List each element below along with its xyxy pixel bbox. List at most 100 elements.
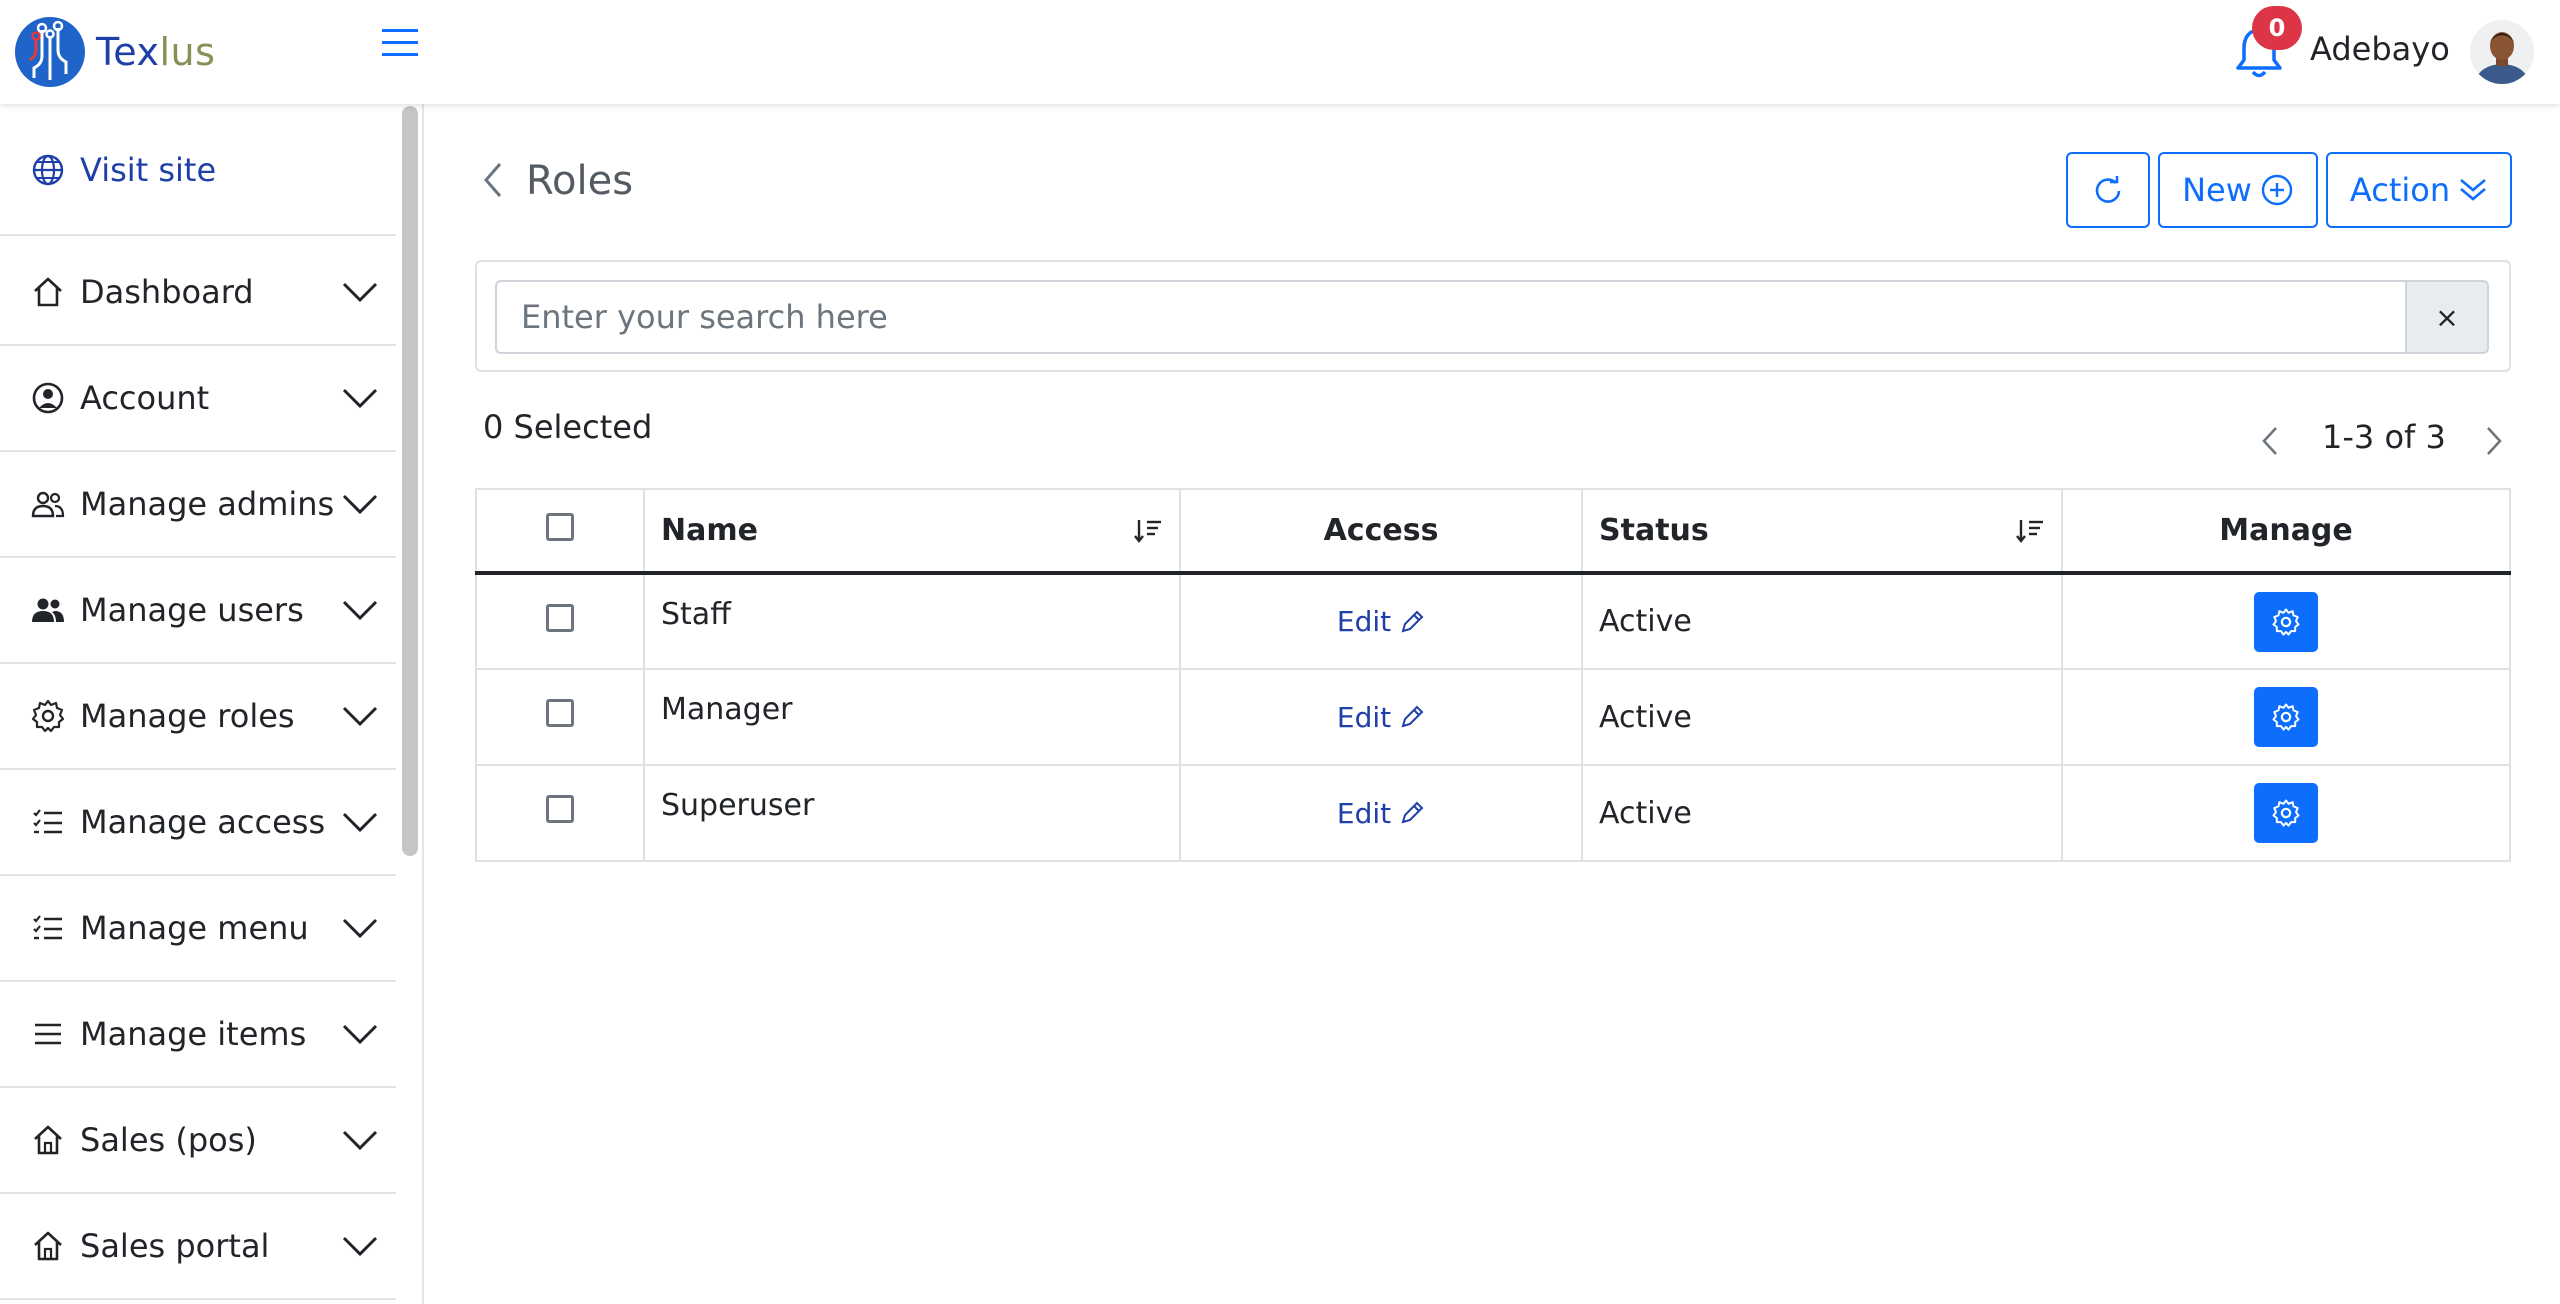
chevron-down-icon[interactable] [340, 384, 380, 412]
row-checkbox[interactable] [546, 603, 574, 632]
sidebar-item-sales-portal[interactable]: Sales portal [0, 1194, 396, 1300]
sidebar-item-label: Dashboard [80, 273, 254, 311]
manage-cell [2061, 572, 2511, 670]
list-icon [35, 1023, 61, 1045]
sidebar-item-label: Manage access [80, 803, 326, 841]
chevron-down-icon[interactable] [340, 702, 380, 730]
chevron-down-icon[interactable] [340, 1126, 380, 1154]
sidebar-item-label: Manage items [80, 1015, 307, 1053]
list-check-icon [33, 809, 62, 834]
sidebar-item-label: Visit site [80, 151, 217, 189]
brand-logo[interactable]: Texlus [14, 16, 215, 88]
table-row: Manager Edit Active [475, 668, 2511, 766]
row-select-cell [475, 764, 645, 862]
manage-role-button[interactable] [2254, 591, 2318, 652]
edit-access-link[interactable]: Edit [1337, 605, 1425, 638]
edit-link-label: Edit [1336, 700, 1392, 734]
role-name: Manager [643, 668, 1181, 766]
user-name[interactable]: Adebayo [2310, 30, 2450, 68]
list-check-icon [33, 915, 62, 940]
manage-role-button[interactable] [2254, 687, 2318, 747]
chevron-down-icon[interactable] [340, 278, 380, 306]
role-name: Superuser [643, 764, 1181, 862]
table-header-row: Name Access Status Manage [475, 488, 2511, 575]
pencil-icon [1401, 801, 1424, 824]
avatar-image [2470, 20, 2534, 84]
sidebar-scrollbar[interactable] [402, 106, 418, 856]
manage-column-header: Manage [2061, 488, 2511, 575]
sidebar-item-manage-users[interactable]: Manage users [0, 558, 396, 664]
row-checkbox[interactable] [546, 699, 574, 727]
search-panel: × [475, 260, 2511, 372]
globe-icon [32, 154, 64, 186]
sidebar-item-account[interactable]: Account [0, 346, 396, 452]
action-button[interactable]: Action [2326, 152, 2512, 228]
chevron-down-icon[interactable] [340, 596, 380, 624]
people-fill-icon [32, 598, 64, 622]
edit-link-label: Edit [1336, 796, 1392, 830]
sidebar-item-visit-site[interactable]: Visit site [0, 106, 396, 236]
manage-cell [2061, 668, 2511, 766]
user-circle-icon [32, 382, 64, 414]
row-select-cell [475, 668, 645, 766]
access-column-header: Access [1179, 488, 1583, 575]
gear-icon [2272, 799, 2300, 827]
refresh-button[interactable] [2066, 152, 2150, 228]
clear-search-button[interactable]: × [2405, 280, 2489, 354]
manage-role-button[interactable] [2254, 783, 2318, 843]
table-row: Staff Edit Active [475, 572, 2511, 670]
pencil-icon [1401, 610, 1424, 632]
role-name: Staff [643, 572, 1181, 670]
sidebar-item-label: Manage users [80, 591, 304, 629]
sidebar-item-dashboard[interactable]: Dashboard [0, 240, 396, 346]
sidebar-item-label: Sales portal [80, 1227, 270, 1265]
access-cell: Edit [1179, 764, 1583, 862]
sort-descending-icon[interactable] [1133, 516, 1163, 546]
chevron-down-icon[interactable] [340, 808, 380, 836]
name-column-header[interactable]: Name [643, 488, 1181, 575]
status-cell: Active [1581, 572, 2063, 670]
sidebar-item-manage-access[interactable]: Manage access [0, 770, 396, 876]
sidebar-item-label: Manage menu [80, 909, 309, 947]
back-chevron-icon[interactable] [478, 160, 508, 200]
row-select-cell [475, 572, 645, 670]
select-all-checkbox[interactable] [546, 512, 574, 541]
sidebar-item-manage-items[interactable]: Manage items [0, 982, 396, 1088]
top-bar: Texlus 0 Adebayo [0, 0, 2560, 104]
gear-icon [2272, 608, 2300, 635]
sort-descending-icon[interactable] [2015, 516, 2045, 546]
new-button[interactable]: New [2158, 152, 2318, 228]
people-outline-icon [31, 491, 65, 518]
gear-icon [2272, 703, 2300, 731]
refresh-icon [2095, 176, 2121, 203]
next-page-icon[interactable] [2482, 424, 2506, 458]
action-button-label: Action [2349, 171, 2451, 209]
name-header-label: Name [661, 513, 758, 548]
new-button-label: New [2182, 171, 2252, 209]
row-checkbox[interactable] [546, 795, 574, 823]
status-header-label: Status [1599, 513, 1709, 548]
edit-access-link[interactable]: Edit [1337, 797, 1425, 830]
edit-link-label: Edit [1336, 605, 1392, 638]
sidebar-item-manage-roles[interactable]: Manage roles [0, 664, 396, 770]
house-icon [34, 277, 62, 307]
chevron-down-icon[interactable] [340, 1232, 380, 1260]
chevron-down-icon[interactable] [340, 490, 380, 518]
chevron-down-icon[interactable] [340, 914, 380, 942]
previous-page-icon[interactable] [2258, 424, 2282, 458]
circuit-logo-icon [15, 17, 85, 87]
user-avatar[interactable] [2470, 20, 2534, 84]
shop-icon [34, 1231, 62, 1261]
search-input[interactable] [495, 280, 2405, 354]
sidebar-item-manage-menu[interactable]: Manage menu [0, 876, 396, 982]
edit-access-link[interactable]: Edit [1337, 701, 1425, 734]
table-row: Superuser Edit Active [475, 764, 2511, 862]
sidebar-item-sales-pos[interactable]: Sales (pos) [0, 1088, 396, 1194]
chevron-down-icon[interactable] [340, 1020, 380, 1048]
hamburger-menu-icon[interactable] [380, 26, 420, 60]
sidebar: Visit site Dashboard Account Manage admins M… [0, 104, 424, 1304]
status-cell: Active [1581, 668, 2063, 766]
status-column-header[interactable]: Status [1581, 488, 2063, 575]
sidebar-item-manage-admins[interactable]: Manage admins [0, 452, 396, 558]
page-title: Roles [526, 158, 634, 204]
